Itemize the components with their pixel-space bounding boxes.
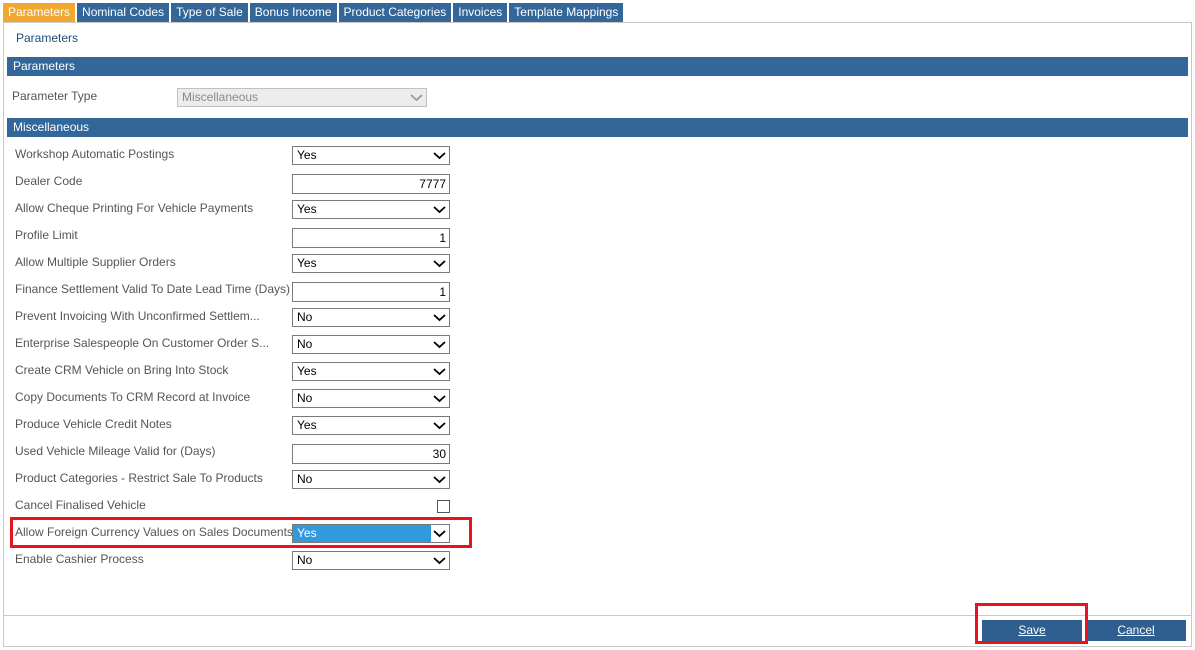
- chevron-down-icon: [433, 260, 446, 268]
- field-label-copy-documents-to-crm: Copy Documents To CRM Record at Invoice: [15, 390, 251, 404]
- select-allow-cheque-printing[interactable]: Yes: [292, 200, 450, 219]
- input-used-vehicle-mileage[interactable]: 30: [292, 444, 450, 464]
- select-value: No: [297, 553, 313, 567]
- tab-bonus-income[interactable]: Bonus Income: [249, 3, 337, 22]
- select-enable-cashier-process[interactable]: No: [292, 551, 450, 570]
- select-value: Yes: [297, 148, 317, 162]
- chevron-down-icon: [433, 368, 446, 376]
- select-allow-multiple-supplier-orders[interactable]: Yes: [292, 254, 450, 273]
- select-value: No: [297, 472, 313, 486]
- tab-parameters[interactable]: Parameters: [3, 3, 76, 22]
- select-value: No: [297, 391, 313, 405]
- select-produce-vehicle-credit-notes[interactable]: Yes: [292, 416, 450, 435]
- select-copy-documents-to-crm[interactable]: No: [292, 389, 450, 408]
- checkbox-cancel-finalised-vehicle[interactable]: [437, 500, 450, 513]
- field-label-used-vehicle-mileage: Used Vehicle Mileage Valid for (Days): [15, 444, 216, 458]
- highlight-box-foreign-currency: [10, 517, 472, 548]
- page-title: Parameters: [16, 31, 79, 45]
- tab-template-mappings[interactable]: Template Mappings: [509, 3, 624, 22]
- parameter-type-select[interactable]: Miscellaneous: [177, 88, 427, 107]
- select-create-crm-vehicle[interactable]: Yes: [292, 362, 450, 381]
- tab-bar: Parameters Nominal Codes Type of Sale Bo…: [3, 3, 625, 22]
- field-label-dealer-code: Dealer Code: [15, 174, 83, 188]
- parameter-type-value: Miscellaneous: [182, 90, 259, 104]
- chevron-down-icon: [433, 314, 446, 322]
- select-value: Yes: [297, 202, 317, 216]
- tab-product-categories[interactable]: Product Categories: [338, 3, 452, 22]
- chevron-down-icon: [433, 152, 446, 160]
- field-label-finance-settlement-lead-time: Finance Settlement Valid To Date Lead Ti…: [15, 282, 291, 296]
- input-profile-limit[interactable]: 1: [292, 228, 450, 248]
- select-product-categories-restrict[interactable]: No: [292, 470, 450, 489]
- field-label-allow-cheque-printing: Allow Cheque Printing For Vehicle Paymen…: [15, 201, 254, 215]
- field-label-allow-multiple-supplier-orders: Allow Multiple Supplier Orders: [15, 255, 176, 269]
- input-dealer-code[interactable]: 7777: [292, 174, 450, 194]
- tab-nominal-codes[interactable]: Nominal Codes: [77, 3, 170, 22]
- field-label-enable-cashier-process: Enable Cashier Process: [15, 552, 144, 566]
- content-panel: Parameters Parameters Parameter Type Mis…: [3, 22, 1192, 647]
- select-value: Yes: [297, 256, 317, 270]
- chevron-down-icon: [433, 341, 446, 349]
- select-enterprise-salespeople[interactable]: No: [292, 335, 450, 354]
- select-value: No: [297, 337, 313, 351]
- input-finance-settlement-lead-time[interactable]: 1: [292, 282, 450, 302]
- chevron-down-icon: [433, 557, 446, 565]
- field-label-create-crm-vehicle: Create CRM Vehicle on Bring Into Stock: [15, 363, 229, 377]
- highlight-box-save: [975, 603, 1088, 644]
- parameter-type-label: Parameter Type: [12, 89, 98, 103]
- section-header-miscellaneous: Miscellaneous: [7, 118, 1188, 137]
- tab-invoices[interactable]: Invoices: [453, 3, 508, 22]
- tab-type-of-sale[interactable]: Type of Sale: [171, 3, 248, 22]
- field-label-cancel-finalised-vehicle: Cancel Finalised Vehicle: [15, 498, 146, 512]
- chevron-down-icon: [433, 395, 446, 403]
- field-label-product-categories-restrict: Product Categories - Restrict Sale To Pr…: [15, 471, 263, 485]
- field-label-profile-limit: Profile Limit: [15, 228, 78, 242]
- select-prevent-invoicing[interactable]: No: [292, 308, 450, 327]
- chevron-down-icon: [433, 422, 446, 430]
- field-label-enterprise-salespeople: Enterprise Salespeople On Customer Order…: [15, 336, 270, 350]
- select-workshop-automatic-postings[interactable]: Yes: [292, 146, 450, 165]
- select-value: No: [297, 310, 313, 324]
- chevron-down-icon: [433, 206, 446, 214]
- field-label-workshop-automatic-postings: Workshop Automatic Postings: [15, 147, 175, 161]
- field-label-produce-vehicle-credit-notes: Produce Vehicle Credit Notes: [15, 417, 172, 431]
- cancel-button[interactable]: Cancel: [1086, 620, 1186, 641]
- select-value: Yes: [297, 418, 317, 432]
- chevron-down-icon: [410, 94, 423, 102]
- field-label-prevent-invoicing: Prevent Invoicing With Unconfirmed Settl…: [15, 309, 260, 323]
- select-value: Yes: [297, 364, 317, 378]
- section-header-parameters: Parameters: [7, 57, 1188, 76]
- chevron-down-icon: [433, 476, 446, 484]
